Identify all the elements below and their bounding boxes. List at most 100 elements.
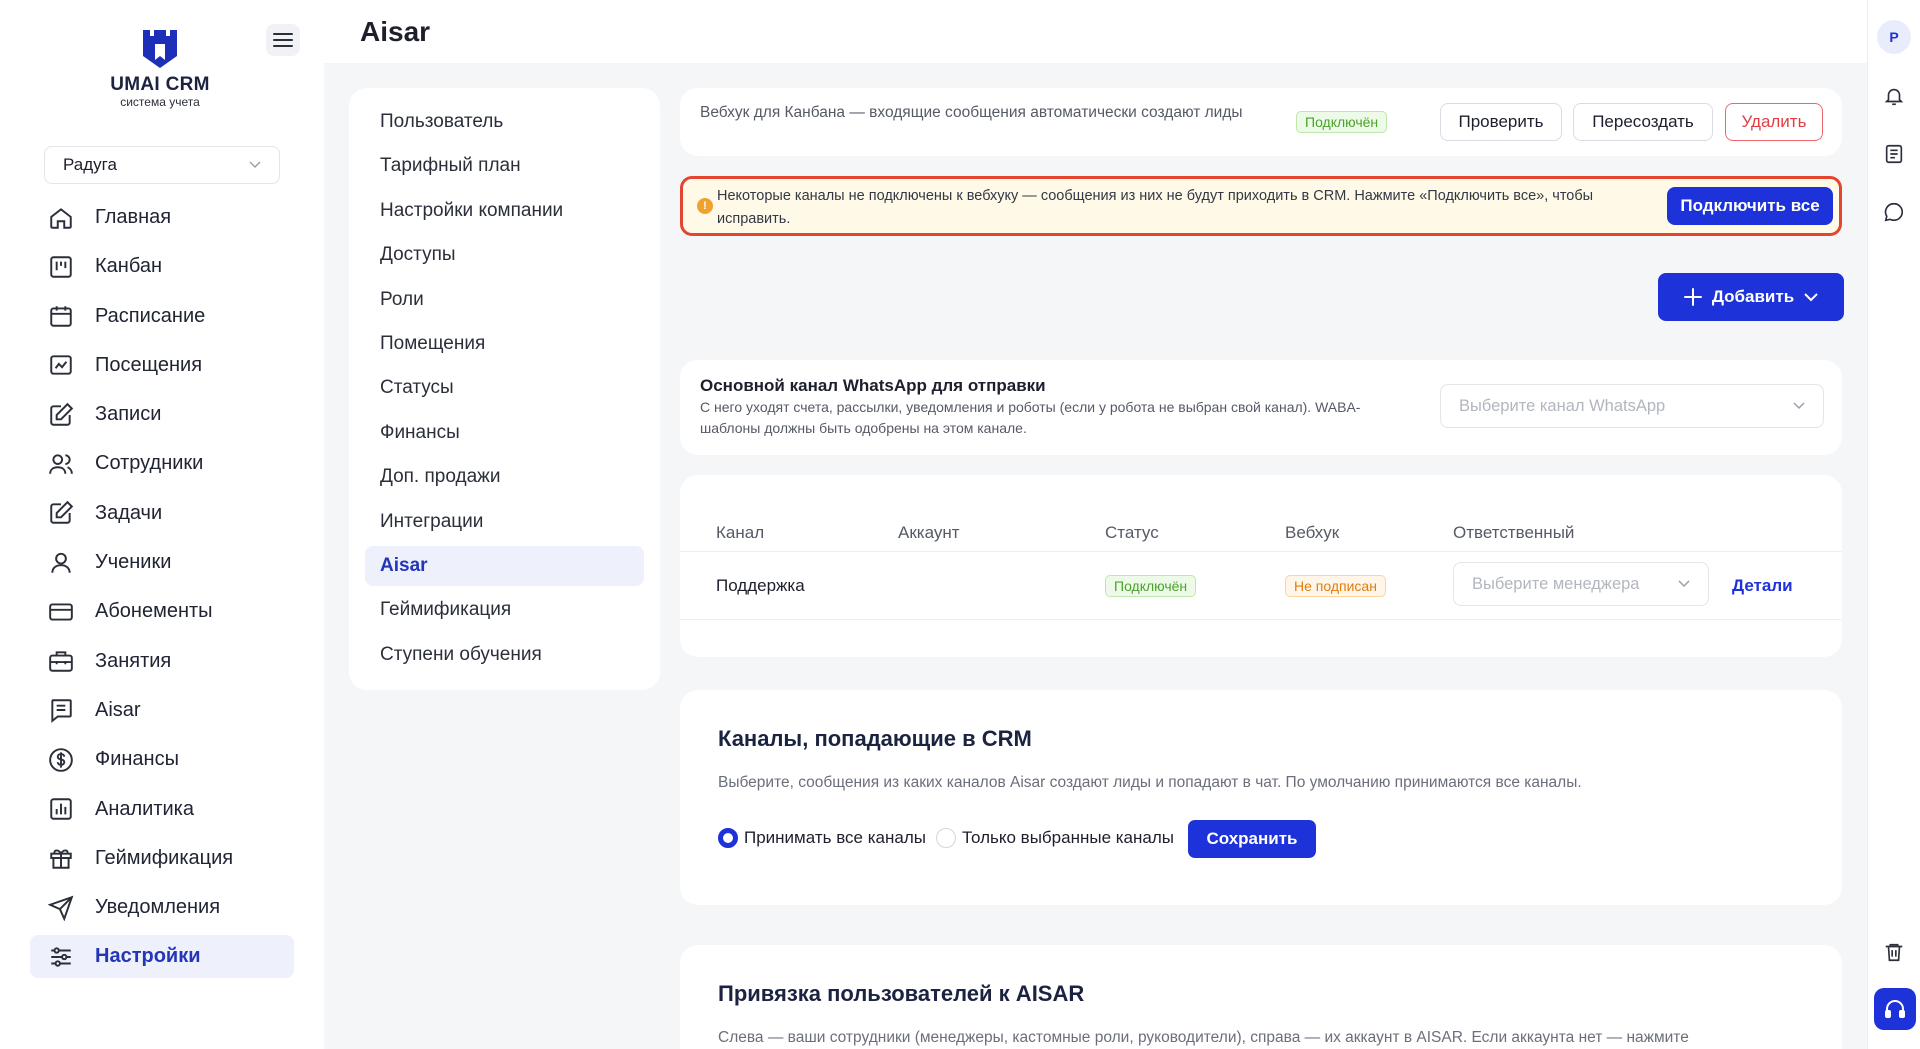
check-webhook-button[interactable]: Проверить	[1440, 103, 1562, 141]
message-icon	[51, 699, 72, 724]
channel-details-link[interactable]: Детали	[1732, 576, 1793, 596]
submenu-item-user[interactable]: Пользователь	[365, 102, 644, 142]
webhook-warning-alert: ! Некоторые каналы не подключены к вебху…	[680, 176, 1842, 236]
sidebar-item-classes[interactable]: Занятия	[30, 640, 294, 683]
page-title: Aisar	[360, 16, 431, 47]
calendar-icon	[50, 306, 72, 327]
brand-subtitle: система учета	[120, 95, 200, 109]
sidebar-item-analytics[interactable]: Аналитика	[30, 788, 294, 831]
sidebar-item-subscriptions[interactable]: Абонементы	[30, 590, 294, 633]
submenu-item-access[interactable]: Доступы	[365, 235, 644, 275]
submenu-item-aisar[interactable]: Aisar	[365, 545, 644, 586]
kanban-icon	[50, 256, 72, 278]
radio-only-selected-label[interactable]: Только выбранные каналы	[962, 828, 1174, 848]
sidebar-item-label: Аналитика	[95, 797, 194, 820]
submenu-item-integrations[interactable]: Интеграции	[365, 502, 644, 542]
column-header-status: Статус	[1105, 523, 1159, 542]
sidebar-item-label: Записи	[95, 403, 162, 426]
sidebar-item-label: Абонементы	[95, 600, 213, 623]
settings-submenu: Пользователь Тарифный план Настройки ком…	[349, 88, 660, 690]
chevron-down-icon	[1793, 402, 1805, 410]
radio-only-selected[interactable]	[935, 828, 956, 848]
sidebar-item-label: Геймификация	[95, 846, 234, 869]
chevron-down-icon	[1804, 292, 1818, 301]
avatar[interactable]: Р	[1877, 20, 1911, 54]
edit-icon	[50, 402, 74, 426]
sidebar-item-schedule[interactable]: Расписание	[30, 295, 294, 338]
webhook-status-badge: Подключён	[1296, 111, 1388, 133]
support-button[interactable]	[1874, 988, 1916, 1030]
whatsapp-channel-select[interactable]: Выберите канал WhatsApp	[1440, 384, 1824, 428]
submenu-item-statuses[interactable]: Статусы	[365, 368, 644, 408]
channel-status-badge: Подключён	[1105, 575, 1197, 597]
trash-icon	[1885, 943, 1903, 962]
manager-select[interactable]: Выберите менеджера	[1453, 562, 1709, 606]
submenu-item-finance[interactable]: Финансы	[365, 413, 644, 453]
branch-select[interactable]: Радуга	[44, 146, 280, 184]
chevron-down-icon	[249, 161, 261, 169]
submenu-item-rooms[interactable]: Помещения	[365, 324, 644, 364]
card-icon	[49, 603, 73, 621]
sidebar-item-kanban[interactable]: Канбан	[30, 245, 294, 288]
chat-button[interactable]	[1881, 199, 1907, 225]
radio-accept-all-label[interactable]: Принимать все каналы	[744, 828, 926, 848]
user-binding-card: Привязка пользователей к AISAR Слева — в…	[680, 945, 1842, 1049]
submenu-item-company[interactable]: Настройки компании	[365, 191, 644, 231]
branch-select-value: Радуга	[63, 155, 117, 174]
webhook-description: Вебхук для Канбана — входящие сообщения …	[700, 104, 1243, 121]
trash-button[interactable]	[1881, 939, 1907, 965]
whatsapp-channel-card: Основной канал WhatsApp для отправки С н…	[680, 360, 1842, 455]
sidebar-item-students[interactable]: Ученики	[30, 541, 294, 584]
alert-message: Некоторые каналы не подключены к вебхуку…	[717, 188, 1594, 227]
sidebar-item-records[interactable]: Записи	[30, 393, 294, 436]
column-header-webhook: Вебхук	[1285, 523, 1340, 542]
sidebar-item-label: Сотрудники	[95, 452, 204, 475]
manager-select-placeholder: Выберите менеджера	[1472, 574, 1640, 593]
crm-channels-card: Каналы, попадающие в CRM Выберите, сообщ…	[680, 690, 1842, 905]
brand-name: UMAI CRM	[110, 74, 210, 95]
submenu-item-plan[interactable]: Тарифный план	[365, 146, 644, 186]
main-nav: Главная Канбан Расписание Посещения Запи…	[30, 196, 294, 985]
sidebar-item-gamification[interactable]: Геймификация	[30, 837, 294, 880]
sliders-icon	[51, 947, 71, 967]
submenu-item-gamification[interactable]: Геймификация	[365, 590, 644, 630]
connect-all-button[interactable]: Подключить все	[1667, 187, 1833, 225]
castle-logo-icon	[143, 30, 177, 68]
sidebar-item-tasks[interactable]: Задачи	[30, 492, 294, 535]
menu-toggle-button[interactable]	[266, 24, 300, 56]
radio-accept-all[interactable]	[718, 828, 738, 848]
gift-icon	[50, 849, 72, 870]
sidebar-item-notifications[interactable]: Уведомления	[30, 886, 294, 929]
sidebar-item-home[interactable]: Главная	[30, 196, 294, 239]
add-channel-button[interactable]: Добавить	[1658, 273, 1844, 321]
sidebar: UMAI CRM система учета Радуга Главная Ка…	[0, 0, 324, 1049]
delete-webhook-button[interactable]: Удалить	[1725, 103, 1823, 141]
save-crm-channels-button[interactable]: Сохранить	[1188, 820, 1316, 858]
user-binding-title: Привязка пользователей к AISAR	[718, 981, 1085, 1006]
sidebar-item-employees[interactable]: Сотрудники	[30, 442, 294, 485]
submenu-item-roles[interactable]: Роли	[365, 280, 644, 320]
bar-chart-icon	[50, 798, 72, 820]
plus-icon	[1683, 288, 1702, 306]
column-header-manager: Ответственный	[1453, 523, 1575, 542]
column-header-account: Аккаунт	[898, 523, 960, 542]
submenu-item-levels[interactable]: Ступени обучения	[365, 635, 644, 675]
sidebar-item-finance[interactable]: Финансы	[30, 738, 294, 781]
whatsapp-title: Основной канал WhatsApp для отправки	[700, 376, 1046, 395]
sidebar-item-visits[interactable]: Посещения	[30, 344, 294, 387]
channel-name: Поддержка	[716, 576, 805, 595]
table-header-divider	[680, 551, 1842, 552]
documents-button[interactable]	[1881, 141, 1907, 167]
recreate-webhook-button[interactable]: Пересоздать	[1573, 103, 1713, 141]
warning-icon: !	[697, 198, 713, 214]
brand-logo[interactable]: UMAI CRM система учета	[110, 28, 210, 109]
chart-icon	[50, 355, 72, 376]
sidebar-item-aisar[interactable]: Aisar	[30, 689, 294, 732]
chat-icon	[1884, 202, 1903, 222]
page-header	[324, 0, 1867, 63]
sidebar-item-label: Уведомления	[95, 896, 221, 919]
users-icon	[49, 454, 73, 474]
submenu-item-upsell[interactable]: Доп. продажи	[365, 457, 644, 497]
notifications-button[interactable]	[1881, 83, 1907, 109]
sidebar-item-settings[interactable]: Настройки	[30, 935, 294, 979]
